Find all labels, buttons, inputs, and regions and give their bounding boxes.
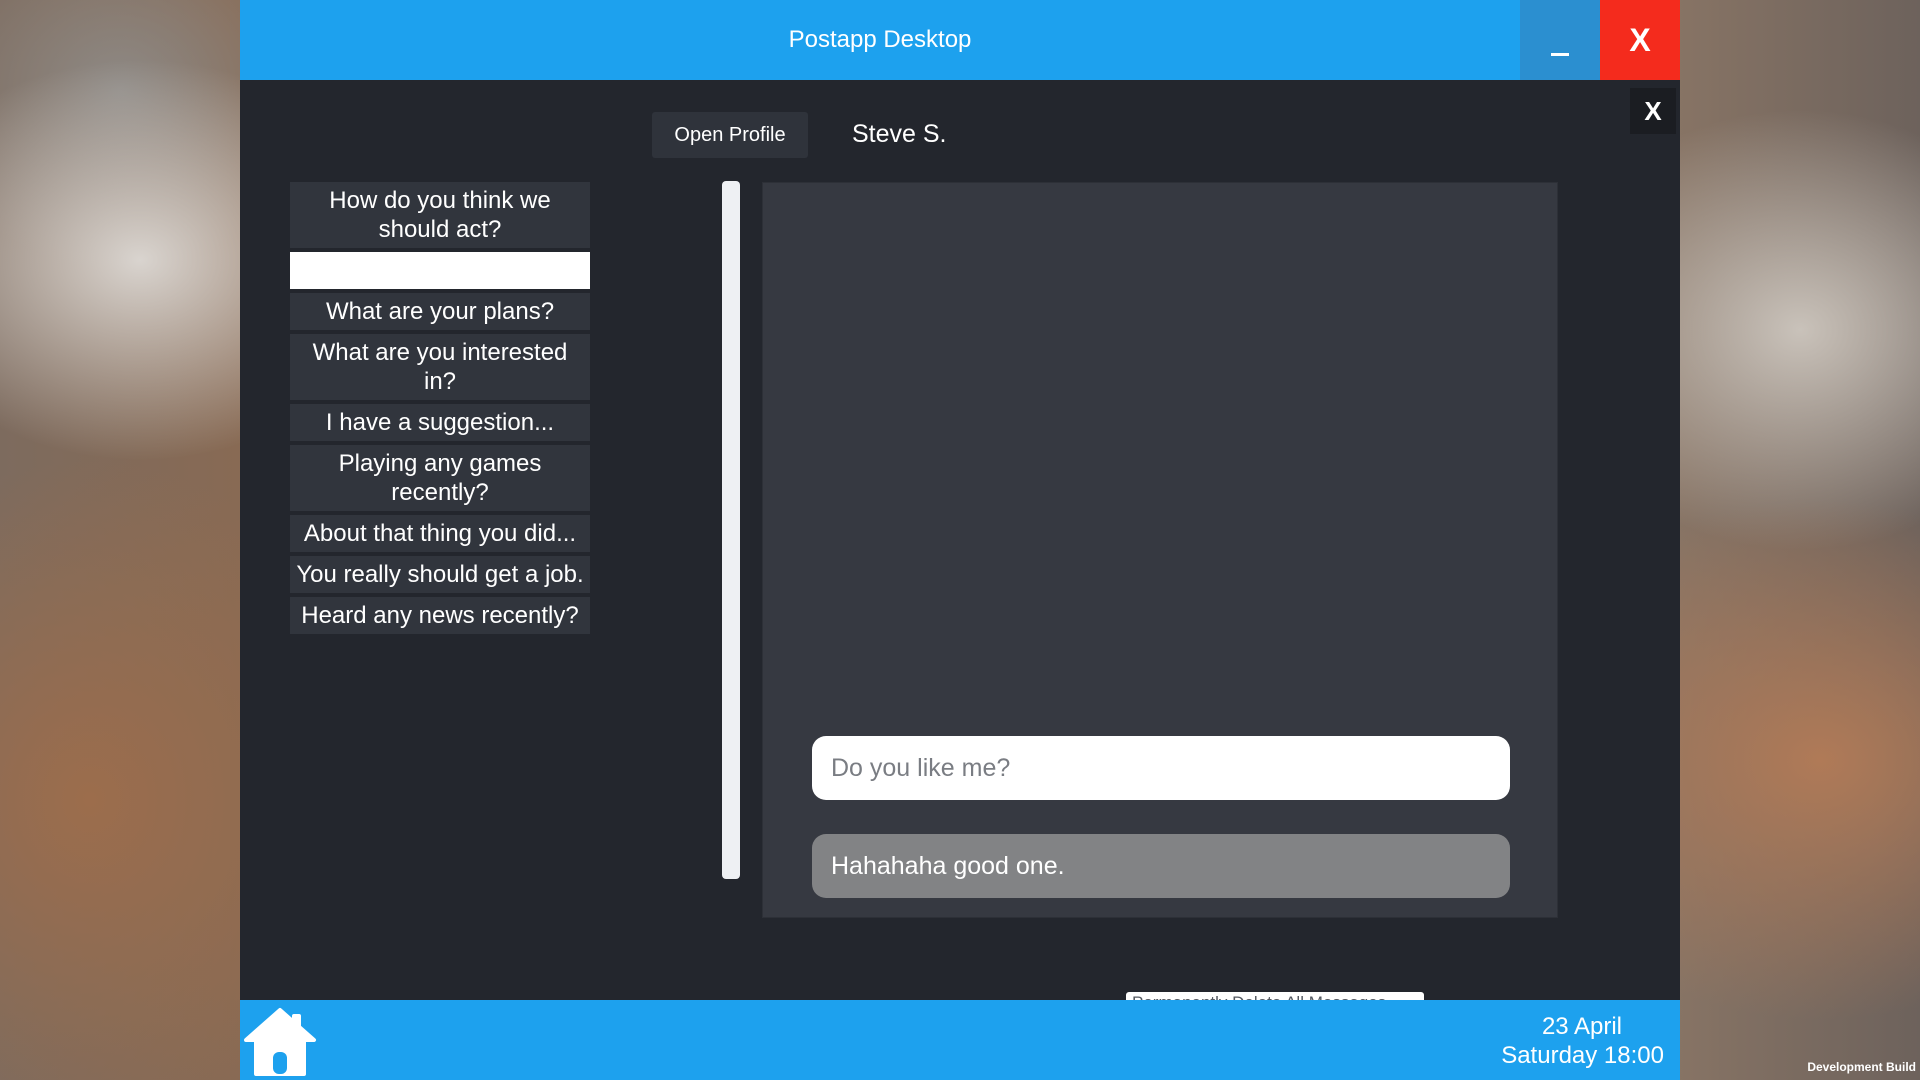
- minus-icon: [1551, 53, 1569, 56]
- options-scrollbar[interactable]: [722, 181, 740, 879]
- minimize-button[interactable]: [1520, 0, 1600, 80]
- open-profile-button[interactable]: Open Profile: [652, 112, 808, 158]
- close-chat-button[interactable]: X: [1630, 88, 1676, 134]
- contact-name: Steve S.: [852, 120, 947, 148]
- taskbar-clock: 23 April Saturday 18:00: [1364, 1012, 1664, 1070]
- dialogue-option-selected[interactable]: Do you trust me?: [290, 252, 590, 289]
- dialogue-option[interactable]: About that thing you did...: [290, 515, 590, 552]
- close-window-button[interactable]: X: [1600, 0, 1680, 80]
- taskbar: 23 April Saturday 18:00: [240, 1000, 1680, 1080]
- incoming-message: Hahahaha good one.: [812, 834, 1510, 898]
- dialogue-option[interactable]: I have a suggestion...: [290, 404, 590, 441]
- dialogue-option[interactable]: How do you think we should act?: [290, 182, 590, 248]
- development-build-label: Development Build: [1807, 1060, 1916, 1074]
- dialogue-option[interactable]: What are your plans?: [290, 293, 590, 330]
- dialogue-option[interactable]: Heard any news recently?: [290, 597, 590, 634]
- outgoing-message: Do you like me?: [812, 736, 1510, 800]
- home-icon: [244, 1008, 316, 1076]
- message-panel: Do you like me? Hahahaha good one.: [762, 182, 1558, 918]
- delete-all-messages-button[interactable]: Permanently Delete All Messages: [1126, 992, 1424, 1000]
- dialogue-option[interactable]: You really should get a job.: [290, 556, 590, 593]
- dialogue-option[interactable]: Playing any games recently?: [290, 445, 590, 511]
- window-title: Postapp Desktop: [788, 26, 972, 53]
- title-bar[interactable]: Postapp Desktop X: [240, 0, 1680, 80]
- home-button[interactable]: [242, 1006, 318, 1078]
- dialogue-option[interactable]: What are you interested in?: [290, 334, 590, 400]
- clock-day-time: Saturday 18:00: [1501, 1042, 1664, 1069]
- chat-screen: X Open Profile Steve S. How do you think…: [240, 80, 1680, 1000]
- clock-date: 23 April: [1541, 1013, 1622, 1040]
- dialogue-options-list: How do you think we should act? Do you t…: [290, 182, 590, 638]
- postapp-window: Postapp Desktop X X Open Profile Steve S…: [240, 0, 1680, 1080]
